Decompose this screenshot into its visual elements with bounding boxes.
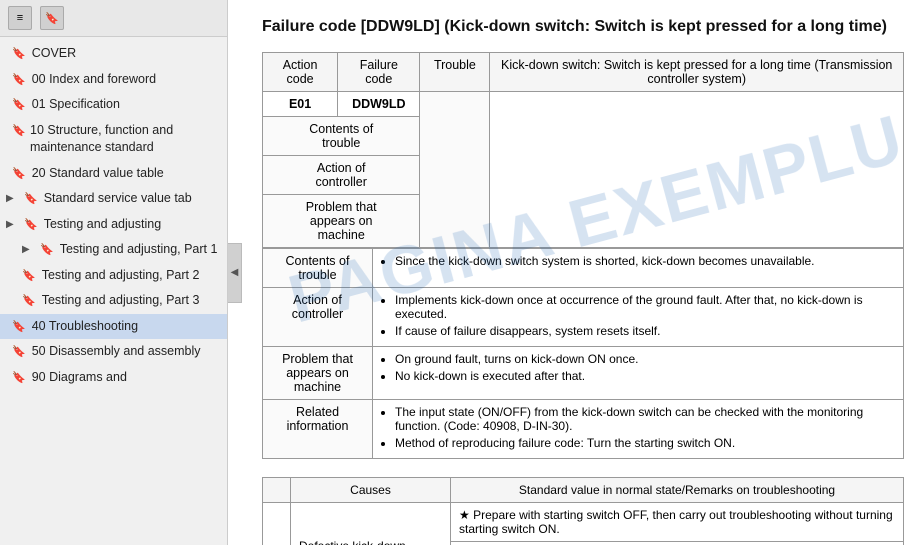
- related-info-content: The input state (ON/OFF) from the kick-d…: [373, 400, 904, 459]
- sidebar-item-label: 50 Disassembly and assembly: [32, 343, 201, 361]
- sidebar-item-label: Testing and adjusting: [44, 216, 161, 234]
- expand-arrow-icon: ▶: [22, 243, 34, 257]
- action-code-value: E01: [263, 92, 338, 117]
- sidebar-item-label: 10 Structure, function and maintenance s…: [30, 122, 219, 157]
- sidebar-item-00[interactable]: 🔖 00 Index and foreword: [0, 67, 227, 93]
- sidebar: ≡ 🔖 🔖 COVER 🔖 00 Index and foreword 🔖 01…: [0, 0, 228, 545]
- trouble-header: Trouble: [420, 53, 490, 92]
- sidebar-item-label: Testing and adjusting, Part 3: [42, 292, 200, 310]
- sidebar-item-testing-part3[interactable]: 🔖 Testing and adjusting, Part 3: [0, 288, 227, 314]
- sidebar-item-testing-part1[interactable]: ▶ 🔖 Testing and adjusting, Part 1: [0, 237, 227, 263]
- sidebar-item-20[interactable]: 🔖 20 Standard value table: [0, 161, 227, 187]
- row-number: 1: [263, 503, 291, 545]
- bookmark-icon: 🔖: [12, 371, 26, 386]
- sidebar-item-testing[interactable]: ▶ 🔖 Testing and adjusting: [0, 212, 227, 238]
- sidebar-item-label: 00 Index and foreword: [32, 71, 156, 89]
- related-bullet-1: The input state (ON/OFF) from the kick-d…: [395, 405, 895, 433]
- sidebar-item-label: 90 Diagrams and: [32, 369, 127, 387]
- info-table: Action code Failure code Trouble Kick-do…: [262, 52, 904, 248]
- action-controller-label-2: Action ofcontroller: [263, 288, 373, 347]
- sidebar-items: 🔖 COVER 🔖 00 Index and foreword 🔖 01 Spe…: [0, 37, 227, 545]
- sidebar-toolbar: ≡ 🔖: [0, 0, 227, 37]
- trouble-cell: [420, 92, 490, 248]
- action-code-header: Action code: [263, 53, 338, 92]
- bookmark-icon: 🔖: [22, 269, 36, 284]
- page-title: Failure code [DDW9LD] (Kick-down switch:…: [262, 16, 904, 38]
- related-bullet-2: Method of reproducing failure code: Turn…: [395, 436, 895, 450]
- bookmark-icon: 🔖: [22, 294, 36, 309]
- bookmark-icon: 🔖: [24, 192, 38, 207]
- related-info-label: Relatedinformation: [263, 400, 373, 459]
- main-content: PAGINA EXEMPLU Failure code [DDW9LD] (Ki…: [242, 0, 924, 545]
- problem-machine-label: Problem thatappears onmachine: [263, 195, 420, 248]
- sidebar-item-cover[interactable]: 🔖 COVER: [0, 41, 227, 67]
- sidebar-item-standard-service[interactable]: ▶ 🔖 Standard service value tab: [0, 186, 227, 212]
- prepare-note: ★ Prepare with starting switch OFF, then…: [451, 503, 904, 542]
- sidebar-item-label: 01 Specification: [32, 96, 120, 114]
- sidebar-item-label: COVER: [32, 45, 76, 63]
- contents-trouble-content: Since the kick-down switch system is sho…: [373, 249, 904, 288]
- failure-code-header: Failure code: [338, 53, 420, 92]
- problem-machine-content: On ground fault, turns on kick-down ON o…: [373, 347, 904, 400]
- contents-trouble-label: Contents oftrouble: [263, 117, 420, 156]
- problem-machine-label-2: Problem thatappears onmachine: [263, 347, 373, 400]
- problem-bullet-1: On ground fault, turns on kick-down ON o…: [395, 352, 895, 366]
- causes-table: Causes Standard value in normal state/Re…: [262, 477, 904, 545]
- sidebar-item-label: Testing and adjusting, Part 2: [42, 267, 200, 285]
- standard-value-header: Standard value in normal state/Remarks o…: [451, 478, 904, 503]
- bookmark-icon: 🔖: [12, 345, 26, 360]
- sidebar-item-label: Testing and adjusting, Part 1: [60, 241, 218, 259]
- action-controller-content: Implements kick-down once at occurrence …: [373, 288, 904, 347]
- sidebar-item-label: 40 Troubleshooting: [32, 318, 138, 336]
- sidebar-item-40[interactable]: 🔖 40 Troubleshooting: [0, 314, 227, 340]
- description-cell: [490, 92, 904, 248]
- action-bullet-2: If cause of failure disappears, system r…: [395, 324, 895, 338]
- sidebar-item-testing-part2[interactable]: 🔖 Testing and adjusting, Part 2: [0, 263, 227, 289]
- cause-description: Defective kick-down switch (Internal sho…: [291, 503, 451, 545]
- description-header: Kick-down switch: Switch is kept pressed…: [490, 53, 904, 92]
- bookmark-icon: 🔖: [24, 218, 38, 233]
- bookmark-icon-btn[interactable]: 🔖: [40, 6, 64, 30]
- sidebar-item-label: 20 Standard value table: [32, 165, 164, 183]
- sidebar-item-01[interactable]: 🔖 01 Specification: [0, 92, 227, 118]
- sidebar-item-10[interactable]: 🔖 10 Structure, function and maintenance…: [0, 118, 227, 161]
- info-detail-table: Contents oftrouble Since the kick-down s…: [262, 248, 904, 459]
- bookmark-icon: 🔖: [12, 73, 26, 88]
- bookmark-icon: 🔖: [12, 124, 24, 139]
- menu-icon-btn[interactable]: ≡: [8, 6, 32, 30]
- bookmark-icon: 🔖: [12, 47, 26, 62]
- no-header: [263, 478, 291, 503]
- sidebar-item-50[interactable]: 🔖 50 Disassembly and assembly: [0, 339, 227, 365]
- action-controller-label: Action ofcontroller: [263, 156, 420, 195]
- causes-header: Causes: [291, 478, 451, 503]
- failure-code-value: DDW9LD: [338, 92, 420, 117]
- bookmark-icon: 🔖: [12, 98, 26, 113]
- collapse-sidebar-handle[interactable]: ◀: [228, 243, 242, 303]
- contents-trouble-label-2: Contents oftrouble: [263, 249, 373, 288]
- expand-arrow-icon: ▶: [6, 218, 18, 232]
- bookmark-icon: 🔖: [40, 243, 54, 258]
- sidebar-item-90[interactable]: 🔖 90 Diagrams and: [0, 365, 227, 391]
- sidebar-item-label: Standard service value tab: [44, 190, 192, 208]
- bookmark-icon: 🔖: [12, 167, 26, 182]
- expand-arrow-icon: ▶: [6, 192, 18, 206]
- problem-bullet-2: No kick-down is executed after that.: [395, 369, 895, 383]
- bookmark-icon: 🔖: [12, 320, 26, 335]
- action-bullet-1: Implements kick-down once at occurrence …: [395, 293, 895, 321]
